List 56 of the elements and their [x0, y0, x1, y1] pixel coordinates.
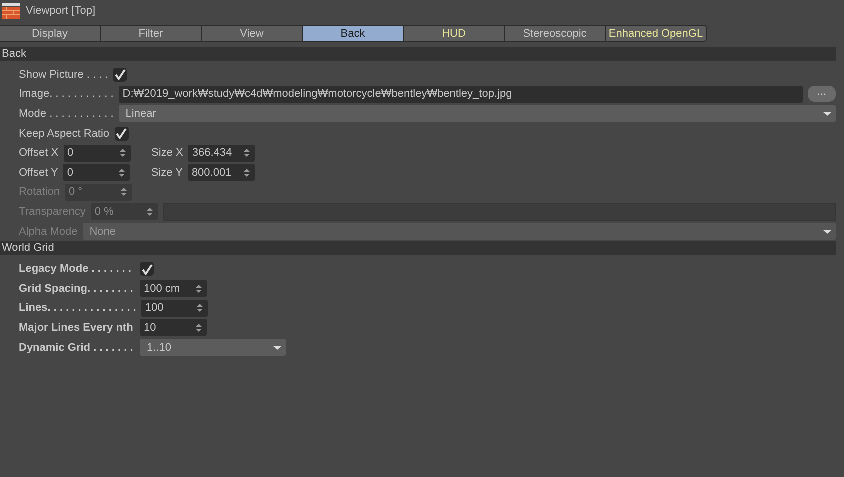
check-icon — [142, 264, 152, 275]
tab[interactable]: Enhanced OpenGL — [606, 25, 707, 42]
field-label: Image. . . . . . . . . . . — [19, 88, 114, 100]
spinner-icon — [195, 322, 203, 333]
field-label: Offset Y — [19, 166, 58, 179]
spinner-icon — [146, 206, 154, 217]
number-field[interactable]: 100 — [141, 300, 208, 317]
window-title: Viewport [Top] — [26, 5, 96, 17]
spinner-icon — [243, 148, 252, 158]
number-field[interactable]: 10 — [140, 319, 207, 336]
number-field[interactable]: 0 — [64, 144, 131, 162]
field-label: Lines. . . . . . . . . . . . . . . — [19, 302, 136, 314]
tab[interactable]: View — [202, 25, 303, 42]
field-label: Legacy Mode . . . . . . . — [19, 263, 132, 276]
dropdown[interactable]: 1..10 — [140, 339, 286, 356]
check-icon — [114, 69, 126, 80]
field-label: Keep Aspect Ratio — [19, 128, 110, 140]
spinner-icon — [118, 168, 126, 178]
field-label: Grid Spacing. . . . . . . . — [19, 282, 134, 295]
field-label: Rotation — [19, 186, 60, 198]
spinner-icon — [196, 303, 204, 314]
caret-icon — [823, 112, 832, 116]
path-field[interactable]: D:₩2019_work₩study₩c4d₩modeling₩motorcycle₩bentley₩bentley_top.jpg — [118, 86, 803, 103]
field-label: Offset X — [19, 147, 59, 160]
checkbox[interactable] — [140, 262, 154, 276]
caret-icon — [823, 230, 832, 234]
browse-button[interactable]: ... — [808, 86, 836, 102]
number-field[interactable]: 100 cm — [140, 280, 207, 298]
spinner-icon — [242, 168, 251, 178]
tab[interactable]: Filter — [101, 25, 202, 42]
dropdown[interactable]: Linear — [118, 105, 836, 122]
field-label: Alpha Mode — [19, 226, 78, 238]
tab[interactable]: Stereoscopic — [505, 25, 606, 42]
field-label: Size X — [152, 147, 184, 160]
number-field[interactable]: 800.001 — [188, 164, 255, 182]
checkbox[interactable] — [113, 68, 128, 82]
caret-icon — [273, 346, 282, 350]
tab[interactable]: HUD — [404, 25, 505, 42]
tab[interactable]: Display — [0, 25, 101, 42]
section-header: World Grid — [0, 241, 836, 256]
checkbox[interactable] — [114, 126, 129, 141]
number-field[interactable]: 0 — [63, 164, 130, 182]
number-field[interactable]: 366.434 — [188, 144, 256, 162]
field-label: Major Lines Every nth — [19, 322, 134, 334]
field-label: Dynamic Grid . . . . . . . — [19, 342, 134, 354]
tab[interactable]: Back — [303, 25, 404, 42]
spinner-icon — [120, 187, 128, 198]
spinner-icon — [118, 148, 127, 158]
section-header: Back — [0, 47, 836, 61]
window-icon — [2, 3, 20, 19]
field-label: Mode . . . . . . . . . . . — [19, 108, 114, 120]
spinner-icon — [195, 284, 203, 294]
field-label: Size Y — [151, 166, 183, 179]
check-icon — [116, 128, 128, 140]
field-label: Show Picture . . . . — [19, 68, 108, 81]
field-label: Transparency — [19, 206, 86, 218]
